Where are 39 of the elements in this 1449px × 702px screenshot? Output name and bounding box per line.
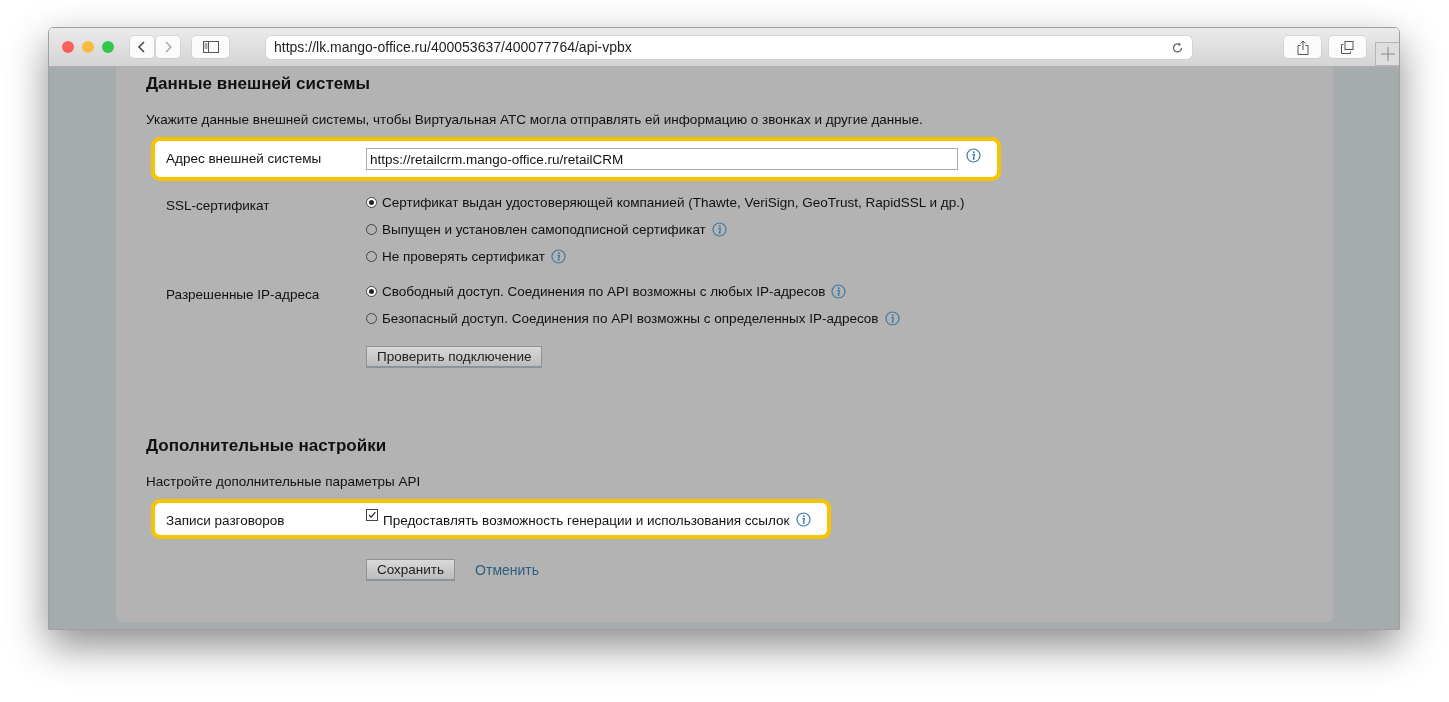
save-button[interactable]: Сохранить bbox=[366, 559, 456, 581]
share-button[interactable] bbox=[1284, 36, 1321, 58]
radio-label[interactable]: Безопасный доступ. Соединения по API возможны с определенных IP-адресов bbox=[382, 311, 879, 326]
section-title: Дополнительные настройки bbox=[146, 435, 388, 457]
info-icon[interactable] bbox=[831, 284, 847, 299]
radio-label[interactable]: Выпущен и установлен самоподписной сертификат bbox=[382, 222, 706, 237]
sidebar-button[interactable] bbox=[192, 36, 229, 58]
radio-label[interactable]: Свободный доступ. Соединения по API возможны с любых IP-адресов bbox=[382, 284, 826, 299]
info-icon[interactable] bbox=[711, 222, 727, 237]
info-icon[interactable] bbox=[884, 311, 900, 326]
sidebar-icon bbox=[202, 41, 219, 53]
address-bar[interactable]: https://lk.mango-office.ru/400053637/400077764/api-vpbx bbox=[266, 35, 1192, 59]
check-connection-button[interactable]: Проверить подключение bbox=[366, 346, 543, 368]
field-label: Адрес внешней системы bbox=[166, 150, 323, 168]
info-icon[interactable] bbox=[966, 148, 981, 163]
input-field[interactable]: https://retailcrm.mango-office.ru/retailCRM bbox=[366, 148, 958, 170]
checkbox-label[interactable]: Предоставлять возможность генерации и использования ссылок bbox=[383, 510, 790, 528]
chevron-left-icon bbox=[137, 40, 147, 54]
field-label: SSL-сертификат bbox=[166, 197, 271, 215]
section-title: Данные внешней системы bbox=[146, 73, 372, 95]
chevron-right-icon bbox=[163, 40, 173, 54]
info-icon[interactable] bbox=[550, 249, 566, 264]
radio-label[interactable]: Сертификат выдан удостоверяющей компанией (Thawte, VeriSign, GeoTrust, RapidSSL и др.) bbox=[382, 195, 965, 210]
share-icon bbox=[1296, 39, 1309, 55]
plus-icon bbox=[1380, 47, 1395, 61]
field-label: Разрешенные IP-адреса bbox=[166, 286, 321, 304]
tabs-button[interactable] bbox=[1329, 36, 1366, 58]
section-description: Настройте дополнительные параметры API bbox=[146, 474, 422, 489]
radio-label[interactable]: Не проверять сертификат bbox=[382, 249, 545, 264]
radio-button[interactable] bbox=[366, 197, 377, 208]
radio-button[interactable] bbox=[366, 286, 377, 297]
close-window-icon[interactable] bbox=[62, 41, 74, 53]
info-icon[interactable] bbox=[795, 511, 811, 527]
back-button[interactable] bbox=[130, 36, 154, 58]
field-label: Записи разговоров bbox=[166, 512, 286, 528]
checkbox[interactable] bbox=[366, 509, 378, 521]
reload-icon[interactable] bbox=[1171, 40, 1184, 54]
section-description: Укажите данные внешней системы, чтобы Виртуальная АТС могла отправлять ей информацию о звонках и другие данные. bbox=[146, 112, 924, 127]
tabs-icon bbox=[1341, 40, 1354, 54]
